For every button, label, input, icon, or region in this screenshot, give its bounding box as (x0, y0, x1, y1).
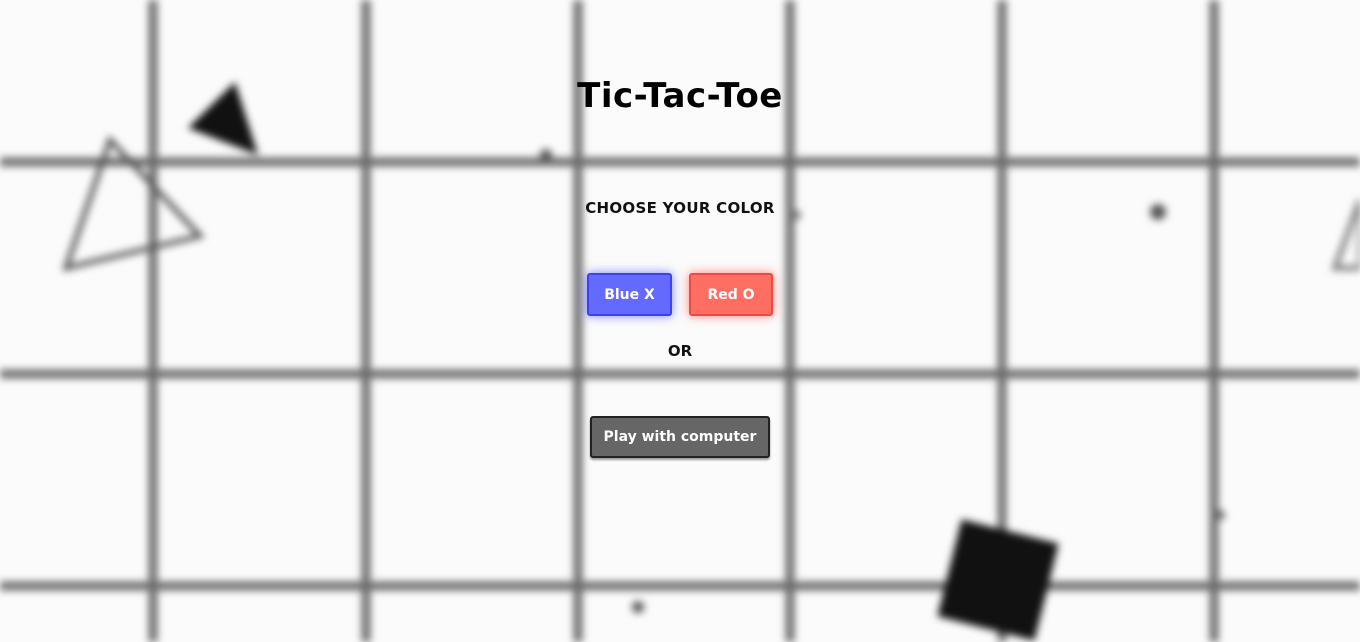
page-title: Tic-Tac-Toe (577, 76, 783, 116)
main-panel: Tic-Tac-Toe CHOOSE YOUR COLOR Blue X Red… (0, 0, 1360, 642)
red-o-button[interactable]: Red O (689, 273, 773, 316)
choose-color-label: CHOOSE YOUR COLOR (585, 199, 775, 217)
blue-x-button[interactable]: Blue X (587, 273, 672, 316)
or-separator: OR (667, 342, 693, 360)
play-with-computer-button[interactable]: Play with computer (590, 416, 770, 458)
